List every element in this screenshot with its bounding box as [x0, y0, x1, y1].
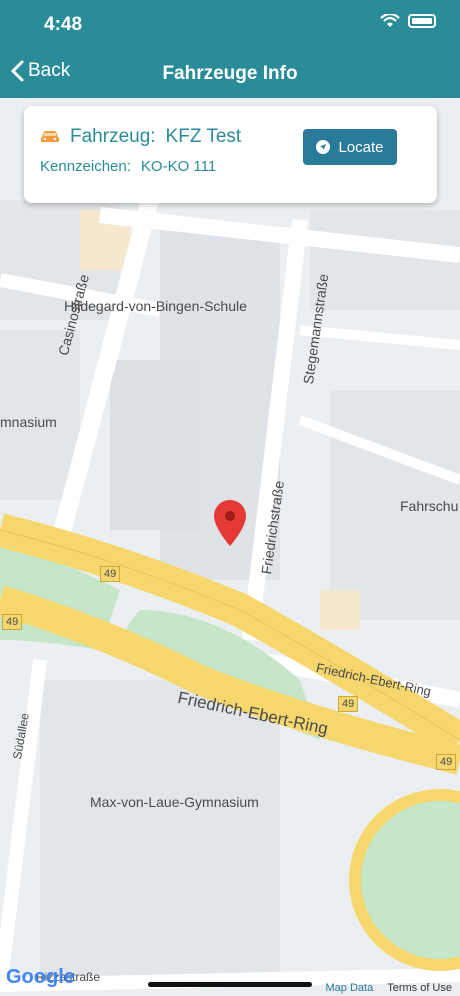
route-shield: 49 [2, 614, 23, 630]
locate-button[interactable]: Locate [303, 129, 397, 165]
terms-link[interactable]: Terms of Use [387, 982, 452, 994]
vehicle-name: KFZ Test [165, 126, 242, 147]
app-header: 4:48 Back Fahrzeuge Info [0, 0, 460, 98]
map-label-fahrschule[interactable]: Fahrschu [400, 498, 458, 514]
wifi-icon [380, 14, 400, 27]
status-icons [380, 14, 436, 28]
map-data-link[interactable]: Map Data [326, 982, 374, 994]
map-label-school[interactable]: Hildegard-von-Bingen-Schule [64, 298, 247, 314]
plate-row: Kennzeichen: KO-KO 111 [40, 158, 216, 175]
locate-label: Locate [338, 138, 384, 156]
battery-icon [408, 14, 436, 28]
route-shield: 49 [338, 696, 359, 712]
map-label-school2[interactable]: Max-von-Laue-Gymnasium [90, 794, 259, 810]
plate-value: KO-KO 111 [140, 158, 217, 175]
vehicle-row: Fahrzeug: KFZ Test [40, 126, 241, 148]
page-title: Fahrzeuge Info [162, 63, 298, 84]
route-shield: 49 [100, 566, 121, 582]
car-icon [41, 131, 59, 142]
map-canvas [0, 98, 460, 996]
navigation-arrow-icon [316, 140, 331, 154]
route-shield: 49 [436, 754, 457, 770]
location-pin-icon[interactable] [214, 500, 246, 546]
plate-label: Kennzeichen: [40, 158, 131, 175]
google-logo: Google [6, 966, 75, 989]
map-view[interactable]: Hildegard-von-Bingen-Schule mnasium Casi… [0, 98, 460, 996]
map-footer-links: Map Data Terms of Use [326, 982, 453, 994]
vehicle-info-card: Fahrzeug: KFZ Test Kennzeichen: KO-KO 11… [24, 106, 437, 203]
map-label-gymnasium[interactable]: mnasium [0, 414, 57, 430]
home-indicator [148, 982, 312, 987]
status-time: 4:48 [44, 14, 83, 35]
vehicle-label: Fahrzeug: [70, 126, 156, 147]
google-logo-text: Google [6, 966, 75, 988]
